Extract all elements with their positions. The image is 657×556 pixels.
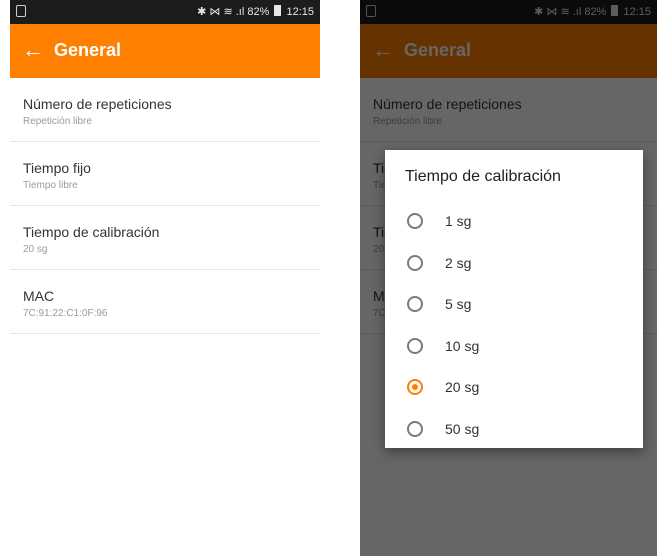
radio-unchecked-icon[interactable] <box>407 213 423 229</box>
settings-screen-with-dialog: ✱ ⋈ ≋ .ıl 82% 12:15 ← General Número de … <box>360 0 657 556</box>
settings-screen: ✱ ⋈ ≋ .ıl 82% 12:15 ← General Número de … <box>10 0 320 556</box>
setting-title: Tiempo fijo <box>23 160 91 176</box>
back-arrow-icon[interactable]: ← <box>22 37 44 63</box>
option-10-sg[interactable]: 10 sg <box>385 328 643 370</box>
option-label: 2 sg <box>445 254 472 271</box>
setting-value: Repetición libre <box>23 116 92 127</box>
option-50-sg[interactable]: 50 sg <box>385 411 643 453</box>
status-icons: ✱ ⋈ ≋ .ıl 82% <box>197 6 270 18</box>
status-time: 12:15 <box>286 6 314 18</box>
option-5-sg[interactable]: 5 sg <box>385 286 643 328</box>
radio-unchecked-icon[interactable] <box>407 337 423 354</box>
setting-number-of-repetitions[interactable]: Número de repeticiones Repetición libre <box>10 78 320 142</box>
setting-value: 7C:91:22:C1:0F:96 <box>23 308 108 319</box>
option-20-sg[interactable]: 20 sg <box>385 369 643 411</box>
settings-list: Número de repeticiones Repetición libre … <box>10 78 320 334</box>
notification-icon <box>16 5 26 17</box>
status-indicators: ✱ ⋈ ≋ .ıl 82% 12:15 <box>197 5 314 18</box>
option-1-sg[interactable]: 1 sg <box>385 203 643 245</box>
setting-calibration-time[interactable]: Tiempo de calibración 20 sg <box>10 206 320 270</box>
radio-unchecked-icon[interactable] <box>407 296 423 312</box>
setting-title: MAC <box>23 288 55 304</box>
option-label: 10 sg <box>445 337 480 354</box>
setting-value: Tiempo libre <box>23 180 78 191</box>
option-label: 1 sg <box>445 213 472 229</box>
setting-title: Número de repeticiones <box>23 96 172 112</box>
radio-options: 1 sg 2 sg 5 sg 10 sg 20 sg 50 sg <box>385 203 643 452</box>
radio-unchecked-icon[interactable] <box>407 420 423 437</box>
dialog-title: Tiempo de calibración <box>405 168 561 185</box>
radio-checked-icon[interactable] <box>407 379 423 395</box>
setting-mac[interactable]: MAC 7C:91:22:C1:0F:96 <box>10 270 320 334</box>
status-bar: ✱ ⋈ ≋ .ıl 82% 12:15 <box>10 0 320 24</box>
radio-unchecked-icon[interactable] <box>407 254 423 271</box>
option-label: 20 sg <box>445 379 480 395</box>
calibration-time-dialog: Tiempo de calibración 1 sg 2 sg 5 sg 10 … <box>385 150 643 448</box>
option-label: 5 sg <box>445 296 472 312</box>
option-label: 50 sg <box>445 420 480 437</box>
setting-value: 20 sg <box>23 244 48 255</box>
app-bar: ← General <box>10 24 320 78</box>
setting-fixed-time[interactable]: Tiempo fijo Tiempo libre <box>10 142 320 206</box>
page-title: General <box>54 40 122 60</box>
battery-icon <box>274 5 282 16</box>
option-2-sg[interactable]: 2 sg <box>385 245 643 287</box>
setting-title: Tiempo de calibración <box>23 224 160 240</box>
